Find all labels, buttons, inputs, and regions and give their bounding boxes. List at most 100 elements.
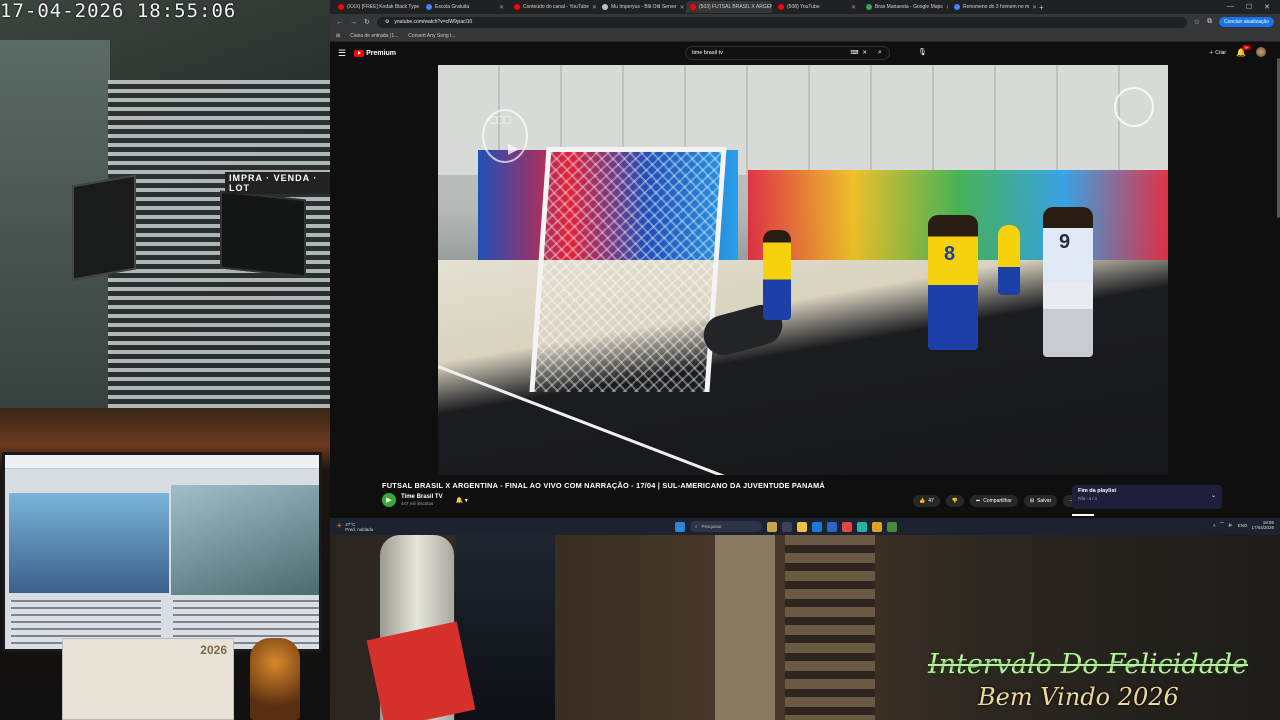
- network-icon[interactable]: ⌒: [1220, 522, 1225, 528]
- bookmark-star-icon[interactable]: ☆: [1194, 18, 1200, 26]
- jersey-number-8: 8: [944, 243, 956, 265]
- youtube-search-box[interactable]: time brasil tv ⌨ ✕ ⌕: [685, 46, 890, 60]
- subscription-bell-icon[interactable]: 🔔 ▾: [456, 497, 468, 504]
- browser-tab[interactable]: (503) FUTSAL BRASIL X ARGEN✕: [686, 1, 772, 13]
- widgets-icon[interactable]: [767, 521, 777, 532]
- browser-tab[interactable]: Mu Imperyus - Blit Old Server ✕: [598, 1, 684, 13]
- tray-chevron-icon[interactable]: ˄: [1213, 523, 1216, 528]
- thumbs-up-icon: 👍: [919, 498, 926, 504]
- cardboard-box: [715, 535, 775, 720]
- keyboard-icon[interactable]: ⌨: [850, 50, 858, 56]
- tab-close-icon[interactable]: ✕: [499, 4, 504, 11]
- calendar-year: 2026: [200, 643, 227, 657]
- video-player[interactable]: 8 9 ▶: [438, 65, 1168, 475]
- tab-favicon-icon: [426, 4, 432, 10]
- reload-icon[interactable]: ↻: [364, 18, 370, 26]
- brazil-player-near-goal: [763, 230, 791, 320]
- back-icon[interactable]: ←: [336, 19, 343, 26]
- chevron-down-icon[interactable]: ⌄: [1211, 492, 1216, 499]
- weather-icon: ☀: [336, 523, 343, 530]
- task-view-icon[interactable]: [782, 521, 792, 532]
- browser-tab[interactable]: (XXX) [FREE] Kodak Black Type✕: [334, 1, 420, 13]
- weather-widget[interactable]: ☀ 27°C Pred. nublado: [336, 522, 373, 532]
- brazil-player-8: 8: [928, 215, 978, 350]
- store-icon[interactable]: [827, 521, 837, 532]
- chrome-icon[interactable]: [887, 521, 897, 532]
- webcam-shelf-feed: Intervalo Do Felicidade Bem Vindo 2026: [330, 535, 1280, 720]
- extensions-icon[interactable]: ⧉: [1207, 18, 1212, 26]
- hamburger-menu-icon[interactable]: ☰: [338, 48, 346, 59]
- search-input[interactable]: time brasil tv: [692, 50, 846, 56]
- app-icon-teal[interactable]: [857, 521, 867, 532]
- account-avatar[interactable]: [1256, 47, 1266, 57]
- chip-scroll-indicator: [1072, 514, 1094, 516]
- channel-row: ▶ Time Brasil TV 447 mil inscritos 🔔 ▾: [382, 493, 468, 507]
- apps-grid-icon[interactable]: ⊞: [336, 33, 340, 39]
- maximize-icon[interactable]: ☐: [1246, 3, 1252, 11]
- channel-avatar[interactable]: ▶: [382, 493, 396, 507]
- tab-close-icon[interactable]: ✕: [946, 4, 948, 11]
- start-icon[interactable]: [675, 521, 685, 532]
- new-tab-button[interactable]: +: [1039, 3, 1044, 12]
- url-field[interactable]: ⚙ youtube.com/watch?v=clW9yiacl10: [376, 16, 1187, 28]
- like-count: 47: [928, 498, 934, 504]
- tab-favicon-icon: [954, 4, 960, 10]
- search-icon[interactable]: ⌕: [871, 49, 889, 57]
- wall-speaker-right: [220, 190, 306, 278]
- tab-label: (508) YouTube: [787, 4, 820, 10]
- tab-close-icon[interactable]: ✕: [851, 4, 856, 11]
- close-window-icon[interactable]: ✕: [1264, 3, 1270, 11]
- browser-tab[interactable]: Renomeno do 3 homem no m ✕: [950, 1, 1036, 13]
- desk-calendar: 2026: [62, 638, 234, 720]
- tab-label: (XXX) [FREE] Kodak Black Type: [347, 4, 420, 10]
- youtube-logo[interactable]: Premium: [354, 49, 396, 57]
- windows-taskbar: ☀ 27°C Pred. nublado ⌕ Pesquisar ˄ ⌒ 🔈 E…: [330, 518, 1280, 535]
- taskbar-search[interactable]: ⌕ Pesquisar: [690, 521, 762, 532]
- taskbar-search-placeholder: Pesquisar: [701, 524, 722, 529]
- bookmark-convert[interactable]: Convert Any Song I...: [408, 33, 455, 39]
- monitor-video-thumb: [9, 493, 169, 593]
- tab-close-icon[interactable]: ✕: [1032, 4, 1036, 11]
- file-explorer-icon[interactable]: [797, 521, 807, 532]
- create-button[interactable]: ＋ Criar: [1209, 49, 1226, 56]
- browser-tab[interactable]: (508) YouTube ✕: [774, 1, 860, 13]
- volume-icon[interactable]: 🔈: [1228, 522, 1234, 528]
- dislike-button[interactable]: 👎: [945, 495, 965, 507]
- tab-close-icon[interactable]: ✕: [592, 4, 596, 11]
- webcam-desk-feed: 2026: [0, 408, 330, 720]
- taskbar-clock[interactable]: 18:55 17/04/2026: [1251, 520, 1274, 530]
- playlist-panel[interactable]: Fim da playlist Fifa - 4 / 4 ⌄: [1072, 485, 1222, 509]
- app-icon-orange[interactable]: [872, 521, 882, 532]
- channel-name[interactable]: Time Brasil TV: [401, 494, 443, 501]
- forward-icon[interactable]: →: [350, 19, 357, 26]
- youtube-header-actions: ＋ Criar 🔔 9+: [1209, 44, 1266, 57]
- microphone-icon[interactable]: 🎙: [918, 48, 927, 56]
- tab-favicon-icon: [338, 4, 344, 10]
- language-indicator[interactable]: ENG: [1238, 523, 1248, 528]
- finish-update-button[interactable]: Concluir atualização: [1218, 17, 1274, 27]
- url-text: youtube.com/watch?v=clW9yiacl10: [394, 19, 473, 25]
- taskbar-date: 17/04/2026: [1251, 525, 1274, 530]
- bookmark-inbox[interactable]: Caixa de entrada (1...: [350, 33, 398, 39]
- timestamp-overlay: 17-04-2026 18:55:06: [0, 0, 237, 22]
- share-button[interactable]: ➦ Compartilhar: [970, 495, 1018, 507]
- edge-icon[interactable]: [812, 521, 822, 532]
- share-icon: ➦: [976, 498, 981, 504]
- browser-tab[interactable]: Conteúdo do canal - YouTube ✕: [510, 1, 596, 13]
- save-button[interactable]: ⊞ Salvar: [1023, 495, 1058, 507]
- save-label: Salvar: [1037, 498, 1052, 504]
- minimize-icon[interactable]: —: [1227, 3, 1234, 11]
- site-info-icon[interactable]: ⚙: [385, 19, 389, 25]
- play-icon[interactable]: ▶: [508, 140, 519, 157]
- like-button[interactable]: 👍 47: [913, 495, 940, 507]
- window-controls: — ☐ ✕: [1227, 3, 1280, 11]
- monitor-video-thumb-2: [171, 485, 319, 595]
- tab-favicon-icon: [690, 4, 696, 10]
- browser-tab[interactable]: Escola Gratuita ✕: [422, 1, 508, 13]
- stream-layout: IMPRA · VENDA · LOT 17-04-2026 18:55:06 …: [0, 0, 1280, 720]
- notifications-icon[interactable]: 🔔 9+: [1236, 44, 1251, 57]
- browser-tab[interactable]: Bras Mariaesta - Google Maps✕: [862, 1, 948, 13]
- tab-close-icon[interactable]: ✕: [680, 4, 684, 11]
- clear-search-icon[interactable]: ✕: [862, 50, 867, 56]
- app-icon-red[interactable]: [842, 521, 852, 532]
